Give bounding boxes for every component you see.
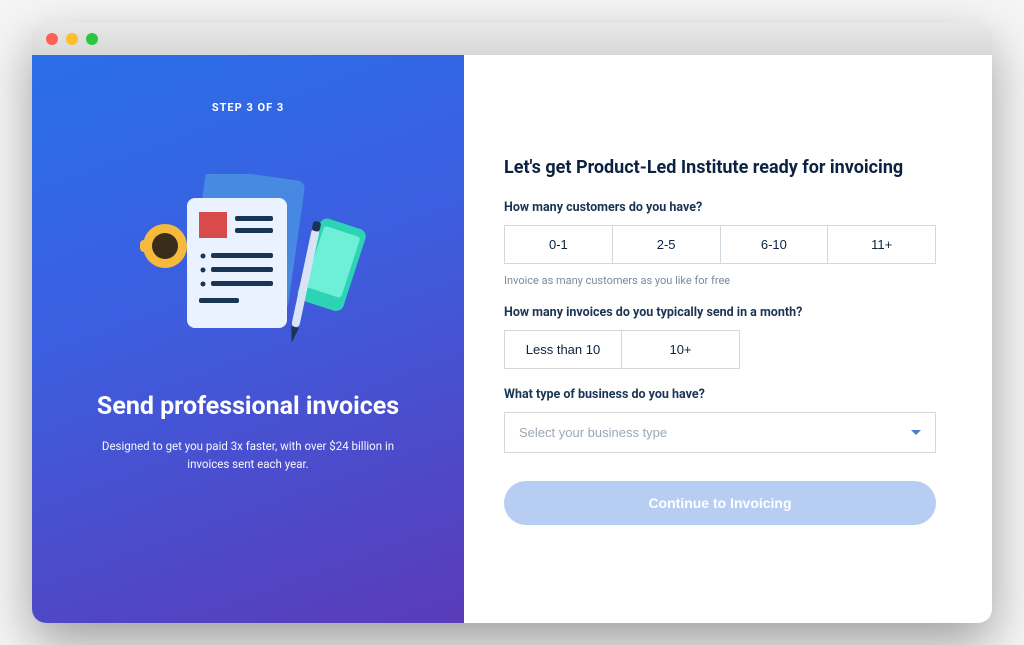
customers-option-11plus[interactable]: 11+ — [828, 225, 936, 264]
window-zoom-icon[interactable] — [86, 33, 98, 45]
document-front-icon — [187, 198, 297, 338]
coffee-cup-icon — [137, 218, 193, 274]
customers-options: 0-1 2-5 6-10 11+ — [504, 225, 936, 264]
invoices-option-10plus[interactable]: 10+ — [622, 330, 740, 369]
customers-option-2-5[interactable]: 2-5 — [613, 225, 721, 264]
chevron-down-icon — [911, 430, 921, 435]
invoices-options: Less than 10 10+ — [504, 330, 936, 369]
step-indicator: STEP 3 OF 3 — [212, 101, 284, 114]
window-close-icon[interactable] — [46, 33, 58, 45]
continue-button[interactable]: Continue to Invoicing — [504, 481, 936, 525]
business-type-placeholder: Select your business type — [519, 425, 667, 440]
customers-helper: Invoice as many customers as you like fo… — [504, 274, 936, 287]
invoices-label: How many invoices do you typically send … — [504, 305, 936, 320]
business-type-label: What type of business do you have? — [504, 387, 936, 402]
window-minimize-icon[interactable] — [66, 33, 78, 45]
marketing-subtext: Designed to get you paid 3x faster, with… — [98, 437, 398, 474]
marketing-heading: Send professional invoices — [97, 392, 399, 421]
form-heading: Let's get Product-Led Institute ready fo… — [504, 157, 936, 178]
form-panel: Let's get Product-Led Institute ready fo… — [464, 55, 992, 623]
content-split: STEP 3 OF 3 — [32, 55, 992, 623]
customers-label: How many customers do you have? — [504, 200, 936, 215]
customers-option-6-10[interactable]: 6-10 — [721, 225, 829, 264]
marketing-panel: STEP 3 OF 3 — [32, 55, 464, 623]
app-window: STEP 3 OF 3 — [32, 23, 992, 623]
title-bar — [32, 23, 992, 55]
business-type-select[interactable]: Select your business type — [504, 412, 936, 453]
invoices-option-less-10[interactable]: Less than 10 — [504, 330, 622, 369]
customers-option-0-1[interactable]: 0-1 — [504, 225, 613, 264]
business-type-select-wrap: Select your business type — [504, 412, 936, 453]
invoice-illustration — [143, 160, 353, 360]
